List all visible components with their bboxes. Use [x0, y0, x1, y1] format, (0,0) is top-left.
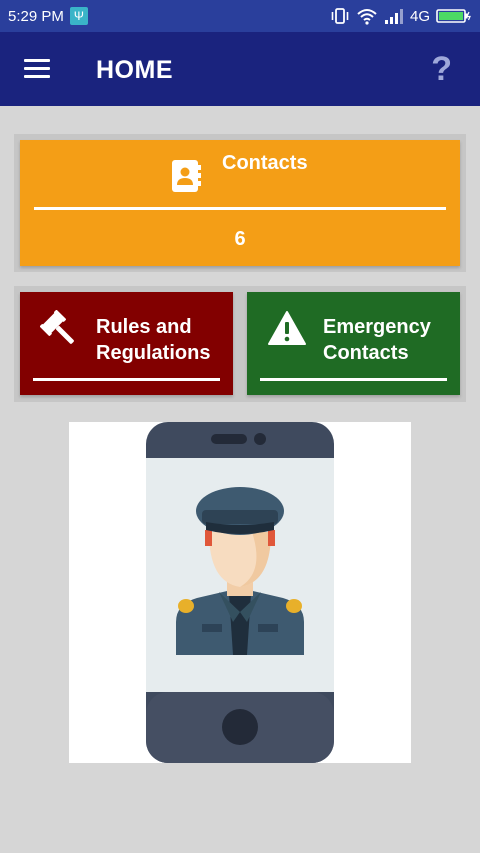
gavel-icon — [39, 309, 80, 355]
rules-and-regulations-label: Rules and Regulations — [96, 316, 211, 364]
police-officer-on-phone-illustration — [69, 422, 411, 763]
app-bar: HOME ? — [0, 32, 480, 106]
divider — [34, 207, 446, 210]
page-title: HOME — [96, 56, 173, 84]
wifi-icon — [356, 7, 378, 25]
help-button[interactable]: ? — [431, 50, 452, 89]
menu-icon[interactable] — [24, 59, 50, 79]
contacts-card[interactable]: Contacts 6 — [20, 140, 460, 266]
contacts-title: Contacts — [222, 152, 308, 174]
signal-icon — [384, 7, 404, 25]
divider — [33, 378, 220, 381]
divider — [260, 378, 447, 381]
status-bar: 5:29 PM Ψ 4G — [0, 0, 480, 32]
warning-icon — [267, 310, 307, 351]
status-time: 5:29 PM — [8, 7, 64, 25]
vibrate-icon — [330, 7, 350, 25]
rules-and-regulations-button[interactable]: Rules and Regulations — [20, 292, 233, 395]
usb-icon: Ψ — [69, 7, 88, 25]
contact-book-icon — [170, 158, 202, 199]
battery-icon — [436, 8, 472, 24]
emergency-contacts-button[interactable]: Emergency Contacts — [247, 292, 460, 395]
emergency-contacts-label: Emergency Contacts — [323, 316, 431, 364]
contacts-count: 6 — [234, 228, 246, 250]
network-type: 4G — [409, 7, 430, 25]
